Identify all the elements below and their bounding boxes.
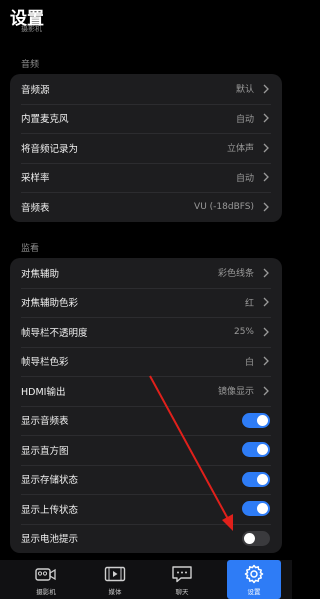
setting-row-show-histogram: 显示直方图 bbox=[10, 435, 282, 465]
chevron-right-icon bbox=[262, 143, 270, 153]
setting-label: 将音频记录为 bbox=[21, 143, 79, 155]
tab-label: 媒体 bbox=[108, 588, 122, 596]
setting-row-show-audio-meter: 显示音频表 bbox=[10, 405, 282, 436]
setting-row-frame-guide-opacity[interactable]: 帧导栏不透明度 25% bbox=[10, 317, 282, 347]
toggle-knob bbox=[257, 444, 268, 456]
toggle-switch[interactable] bbox=[242, 471, 270, 487]
setting-label: HDMI输出 bbox=[21, 386, 66, 398]
setting-row-hdmi-output[interactable]: HDMI输出 镜像显示 bbox=[10, 376, 282, 406]
setting-label: 内置麦克风 bbox=[21, 114, 69, 126]
setting-row-built-in-mic[interactable]: 内置麦克风 自动 bbox=[10, 103, 282, 134]
setting-value: 彩色线条 bbox=[217, 269, 254, 280]
page-subtitle: 摄影机 bbox=[21, 25, 42, 33]
toggle-knob bbox=[257, 503, 268, 515]
setting-value: VU (-18dBFS) bbox=[194, 201, 254, 212]
bottom-tab-bar: 摄影机 媒体 聊天 设置 bbox=[0, 560, 292, 599]
toggle-switch[interactable] bbox=[242, 442, 270, 458]
setting-label: 对焦辅助色彩 bbox=[21, 298, 79, 310]
toggle-knob bbox=[257, 473, 268, 485]
tab-camera[interactable]: 摄影机 bbox=[19, 560, 73, 599]
setting-value: 白 bbox=[244, 357, 254, 368]
section-label-monitor: 监看 bbox=[21, 244, 40, 254]
setting-label: 对焦辅助 bbox=[21, 268, 60, 280]
setting-row-show-upload-status: 显示上传状态 bbox=[10, 494, 282, 524]
setting-label: 帧导栏不透明度 bbox=[21, 327, 88, 339]
setting-label: 音频源 bbox=[21, 84, 50, 96]
setting-label: 显示上传状态 bbox=[21, 504, 79, 516]
chevron-right-icon bbox=[262, 327, 270, 337]
toggle-knob bbox=[244, 532, 255, 544]
header: 设置 摄影机 bbox=[0, 0, 292, 46]
setting-value: 镜像显示 bbox=[217, 387, 254, 398]
film-icon bbox=[104, 565, 126, 583]
setting-label: 显示音频表 bbox=[21, 416, 69, 428]
setting-value: 自动 bbox=[235, 173, 254, 184]
chevron-right-icon bbox=[262, 386, 270, 396]
audio-settings-card: 音频源 默认 内置麦克风 自动 将音频记录为 立体声 采样率 自动 音频表 VU… bbox=[10, 74, 282, 222]
setting-row-focus-assist[interactable]: 对焦辅助 彩色线条 bbox=[10, 258, 282, 288]
setting-value: 25% bbox=[233, 326, 254, 337]
setting-label: 采样率 bbox=[21, 173, 50, 185]
section-label-audio: 音频 bbox=[21, 60, 40, 70]
setting-row-focus-assist-color[interactable]: 对焦辅助色彩 红 bbox=[10, 287, 282, 318]
setting-row-sample-rate[interactable]: 采样率 自动 bbox=[10, 162, 282, 193]
chevron-right-icon bbox=[262, 356, 270, 366]
toggle-switch[interactable] bbox=[242, 530, 270, 546]
tab-label: 摄影机 bbox=[36, 588, 56, 596]
camera-icon bbox=[35, 565, 57, 583]
setting-value: 立体声 bbox=[226, 144, 254, 155]
setting-value: 红 bbox=[244, 298, 254, 309]
setting-value: 默认 bbox=[235, 85, 254, 96]
setting-row-show-storage-status: 显示存储状态 bbox=[10, 464, 282, 495]
setting-label: 帧导栏色彩 bbox=[21, 357, 69, 369]
toggle-switch[interactable] bbox=[242, 501, 270, 517]
setting-label: 显示直方图 bbox=[21, 445, 69, 457]
toggle-knob bbox=[257, 414, 268, 426]
monitor-settings-card: 对焦辅助 彩色线条 对焦辅助色彩 红 帧导栏不透明度 25% 帧导栏色彩 白 H… bbox=[10, 258, 282, 553]
chevron-right-icon bbox=[262, 202, 270, 212]
setting-label: 显示存储状态 bbox=[21, 475, 79, 487]
chevron-right-icon bbox=[262, 84, 270, 94]
chat-icon bbox=[171, 565, 193, 583]
chevron-right-icon bbox=[262, 297, 270, 307]
setting-row-show-battery-alert: 显示电池提示 bbox=[10, 523, 282, 554]
setting-row-audio-meter[interactable]: 音频表 VU (-18dBFS) bbox=[10, 192, 282, 222]
gear-icon bbox=[243, 564, 265, 584]
setting-row-audio-source[interactable]: 音频源 默认 bbox=[10, 74, 282, 104]
tab-media[interactable]: 媒体 bbox=[88, 560, 142, 599]
setting-value: 自动 bbox=[235, 114, 254, 125]
setting-label: 显示电池提示 bbox=[21, 534, 79, 546]
setting-row-frame-guide-color[interactable]: 帧导栏色彩 白 bbox=[10, 346, 282, 377]
tab-label: 聊天 bbox=[175, 588, 189, 596]
toggle-switch[interactable] bbox=[242, 412, 270, 428]
chevron-right-icon bbox=[262, 172, 270, 182]
tab-settings[interactable]: 设置 bbox=[227, 560, 281, 599]
chevron-right-icon bbox=[262, 268, 270, 278]
tab-label: 设置 bbox=[247, 588, 261, 596]
chevron-right-icon bbox=[262, 113, 270, 123]
setting-label: 音频表 bbox=[21, 202, 50, 214]
tab-chat[interactable]: 聊天 bbox=[155, 560, 209, 599]
setting-row-record-audio-as[interactable]: 将音频记录为 立体声 bbox=[10, 133, 282, 163]
